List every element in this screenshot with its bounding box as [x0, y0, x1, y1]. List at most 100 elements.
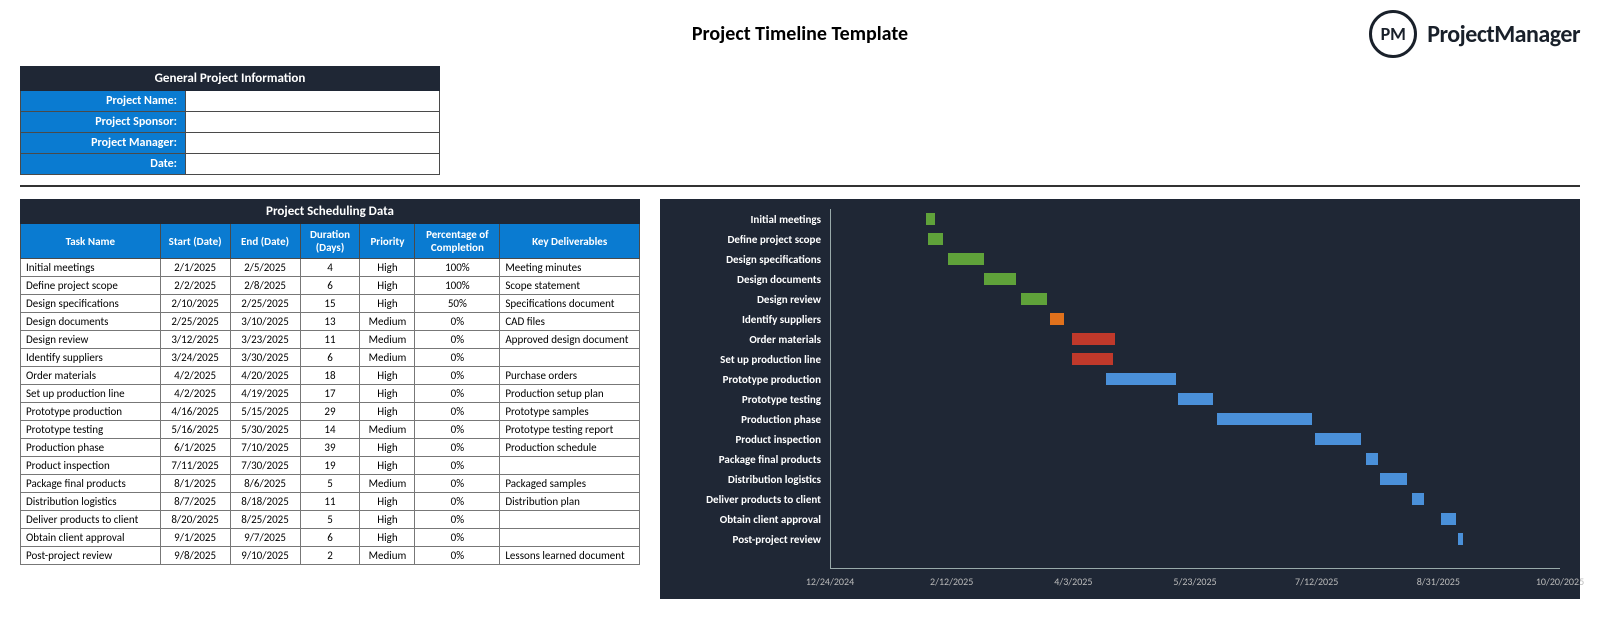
end-date-cell: 3/10/2025 — [230, 313, 300, 331]
start-date-cell: 8/1/2025 — [160, 475, 230, 493]
gantt-bar — [1366, 453, 1378, 465]
table-row[interactable]: Prototype production4/16/20255/15/202529… — [21, 403, 640, 421]
task-name-cell: Distribution logistics — [21, 493, 161, 511]
gantt-task-label: Distribution logistics — [661, 473, 821, 486]
gantt-bar — [984, 273, 1016, 285]
gantt-xtick: 5/23/2025 — [1173, 575, 1216, 588]
pct-cell: 0% — [415, 421, 500, 439]
gantt-bar — [948, 253, 984, 265]
start-date-cell: 3/12/2025 — [160, 331, 230, 349]
table-row[interactable]: Define project scope2/2/20252/8/20256Hig… — [21, 277, 640, 295]
gantt-bar — [1380, 473, 1407, 485]
table-row[interactable]: Post-project review9/8/20259/10/20252Med… — [21, 547, 640, 565]
end-date-cell: 8/6/2025 — [230, 475, 300, 493]
gantt-bar — [1315, 433, 1361, 445]
gantt-xtick: 10/20/2025 — [1536, 575, 1584, 588]
end-date-cell: 4/19/2025 — [230, 385, 300, 403]
gantt-task-label: Design documents — [661, 273, 821, 286]
schedule-col-header: Key Deliverables — [500, 224, 640, 259]
gantt-bar — [1072, 353, 1113, 365]
gantt-task-label: Order materials — [661, 333, 821, 346]
task-name-cell: Post-project review — [21, 547, 161, 565]
task-name-cell: Prototype testing — [21, 421, 161, 439]
priority-cell: Medium — [360, 547, 415, 565]
table-row[interactable]: Distribution logistics8/7/20258/18/20251… — [21, 493, 640, 511]
duration-cell: 6 — [300, 277, 360, 295]
deliverable-cell: Production setup plan — [500, 385, 640, 403]
gantt-task-label: Set up production line — [661, 353, 821, 366]
table-row[interactable]: Design review3/12/20253/23/202511Medium0… — [21, 331, 640, 349]
table-row[interactable]: Set up production line4/2/20254/19/20251… — [21, 385, 640, 403]
gantt-xtick: 7/12/2025 — [1295, 575, 1338, 588]
gantt-task-label: Identify suppliers — [661, 313, 821, 326]
start-date-cell: 4/16/2025 — [160, 403, 230, 421]
schedule-col-header: End (Date) — [230, 224, 300, 259]
end-date-cell: 5/30/2025 — [230, 421, 300, 439]
gantt-task-label: Deliver products to client — [661, 493, 821, 506]
table-row[interactable]: Identify suppliers3/24/20253/30/20256Med… — [21, 349, 640, 367]
duration-cell: 11 — [300, 493, 360, 511]
gantt-task-label: Initial meetings — [661, 213, 821, 226]
priority-cell: High — [360, 367, 415, 385]
start-date-cell: 2/25/2025 — [160, 313, 230, 331]
deliverable-cell — [500, 529, 640, 547]
end-date-cell: 9/7/2025 — [230, 529, 300, 547]
info-label: Date: — [21, 154, 186, 175]
brand-logo-icon: PM — [1369, 10, 1417, 58]
end-date-cell: 2/25/2025 — [230, 295, 300, 313]
priority-cell: High — [360, 457, 415, 475]
pct-cell: 0% — [415, 367, 500, 385]
gantt-bar — [926, 213, 936, 225]
table-row[interactable]: Package final products8/1/20258/6/20255M… — [21, 475, 640, 493]
table-row[interactable]: Product inspection7/11/20257/30/202519Hi… — [21, 457, 640, 475]
table-row[interactable]: Production phase6/1/20257/10/202539High0… — [21, 439, 640, 457]
info-value-cell[interactable] — [186, 91, 440, 112]
gantt-task-label: Prototype production — [661, 373, 821, 386]
gantt-xtick: 8/31/2025 — [1417, 575, 1460, 588]
task-name-cell: Deliver products to client — [21, 511, 161, 529]
start-date-cell: 2/10/2025 — [160, 295, 230, 313]
deliverable-cell: Approved design document — [500, 331, 640, 349]
end-date-cell: 7/10/2025 — [230, 439, 300, 457]
priority-cell: High — [360, 439, 415, 457]
duration-cell: 39 — [300, 439, 360, 457]
table-row[interactable]: Design specifications2/10/20252/25/20251… — [21, 295, 640, 313]
priority-cell: High — [360, 529, 415, 547]
gantt-xtick: 4/3/2025 — [1054, 575, 1092, 588]
duration-cell: 13 — [300, 313, 360, 331]
table-row[interactable]: Design documents2/25/20253/10/202513Medi… — [21, 313, 640, 331]
table-row[interactable]: Order materials4/2/20254/20/202518High0%… — [21, 367, 640, 385]
info-value-cell[interactable] — [186, 154, 440, 175]
pct-cell: 0% — [415, 547, 500, 565]
deliverable-cell — [500, 349, 640, 367]
schedule-col-header: Duration (Days) — [300, 224, 360, 259]
gantt-task-label: Post-project review — [661, 533, 821, 546]
task-name-cell: Design specifications — [21, 295, 161, 313]
task-name-cell: Set up production line — [21, 385, 161, 403]
table-row[interactable]: Prototype testing5/16/20255/30/202514Med… — [21, 421, 640, 439]
schedule-table: Project Scheduling Data Task NameStart (… — [20, 199, 640, 565]
pct-cell: 50% — [415, 295, 500, 313]
start-date-cell: 5/16/2025 — [160, 421, 230, 439]
table-row[interactable]: Obtain client approval9/1/20259/7/20256H… — [21, 529, 640, 547]
pct-cell: 100% — [415, 259, 500, 277]
deliverable-cell — [500, 511, 640, 529]
priority-cell: High — [360, 277, 415, 295]
info-value-cell[interactable] — [186, 112, 440, 133]
end-date-cell: 4/20/2025 — [230, 367, 300, 385]
priority-cell: Medium — [360, 313, 415, 331]
deliverable-cell: Specifications document — [500, 295, 640, 313]
start-date-cell: 8/7/2025 — [160, 493, 230, 511]
gantt-task-label: Package final products — [661, 453, 821, 466]
duration-cell: 11 — [300, 331, 360, 349]
table-row[interactable]: Deliver products to client8/20/20258/25/… — [21, 511, 640, 529]
end-date-cell: 9/10/2025 — [230, 547, 300, 565]
gantt-bar — [1021, 293, 1048, 305]
priority-cell: Medium — [360, 475, 415, 493]
gantt-task-label: Prototype testing — [661, 393, 821, 406]
info-value-cell[interactable] — [186, 133, 440, 154]
table-row[interactable]: Initial meetings2/1/20252/5/20254High100… — [21, 259, 640, 277]
start-date-cell: 9/8/2025 — [160, 547, 230, 565]
task-name-cell: Define project scope — [21, 277, 161, 295]
deliverable-cell — [500, 457, 640, 475]
